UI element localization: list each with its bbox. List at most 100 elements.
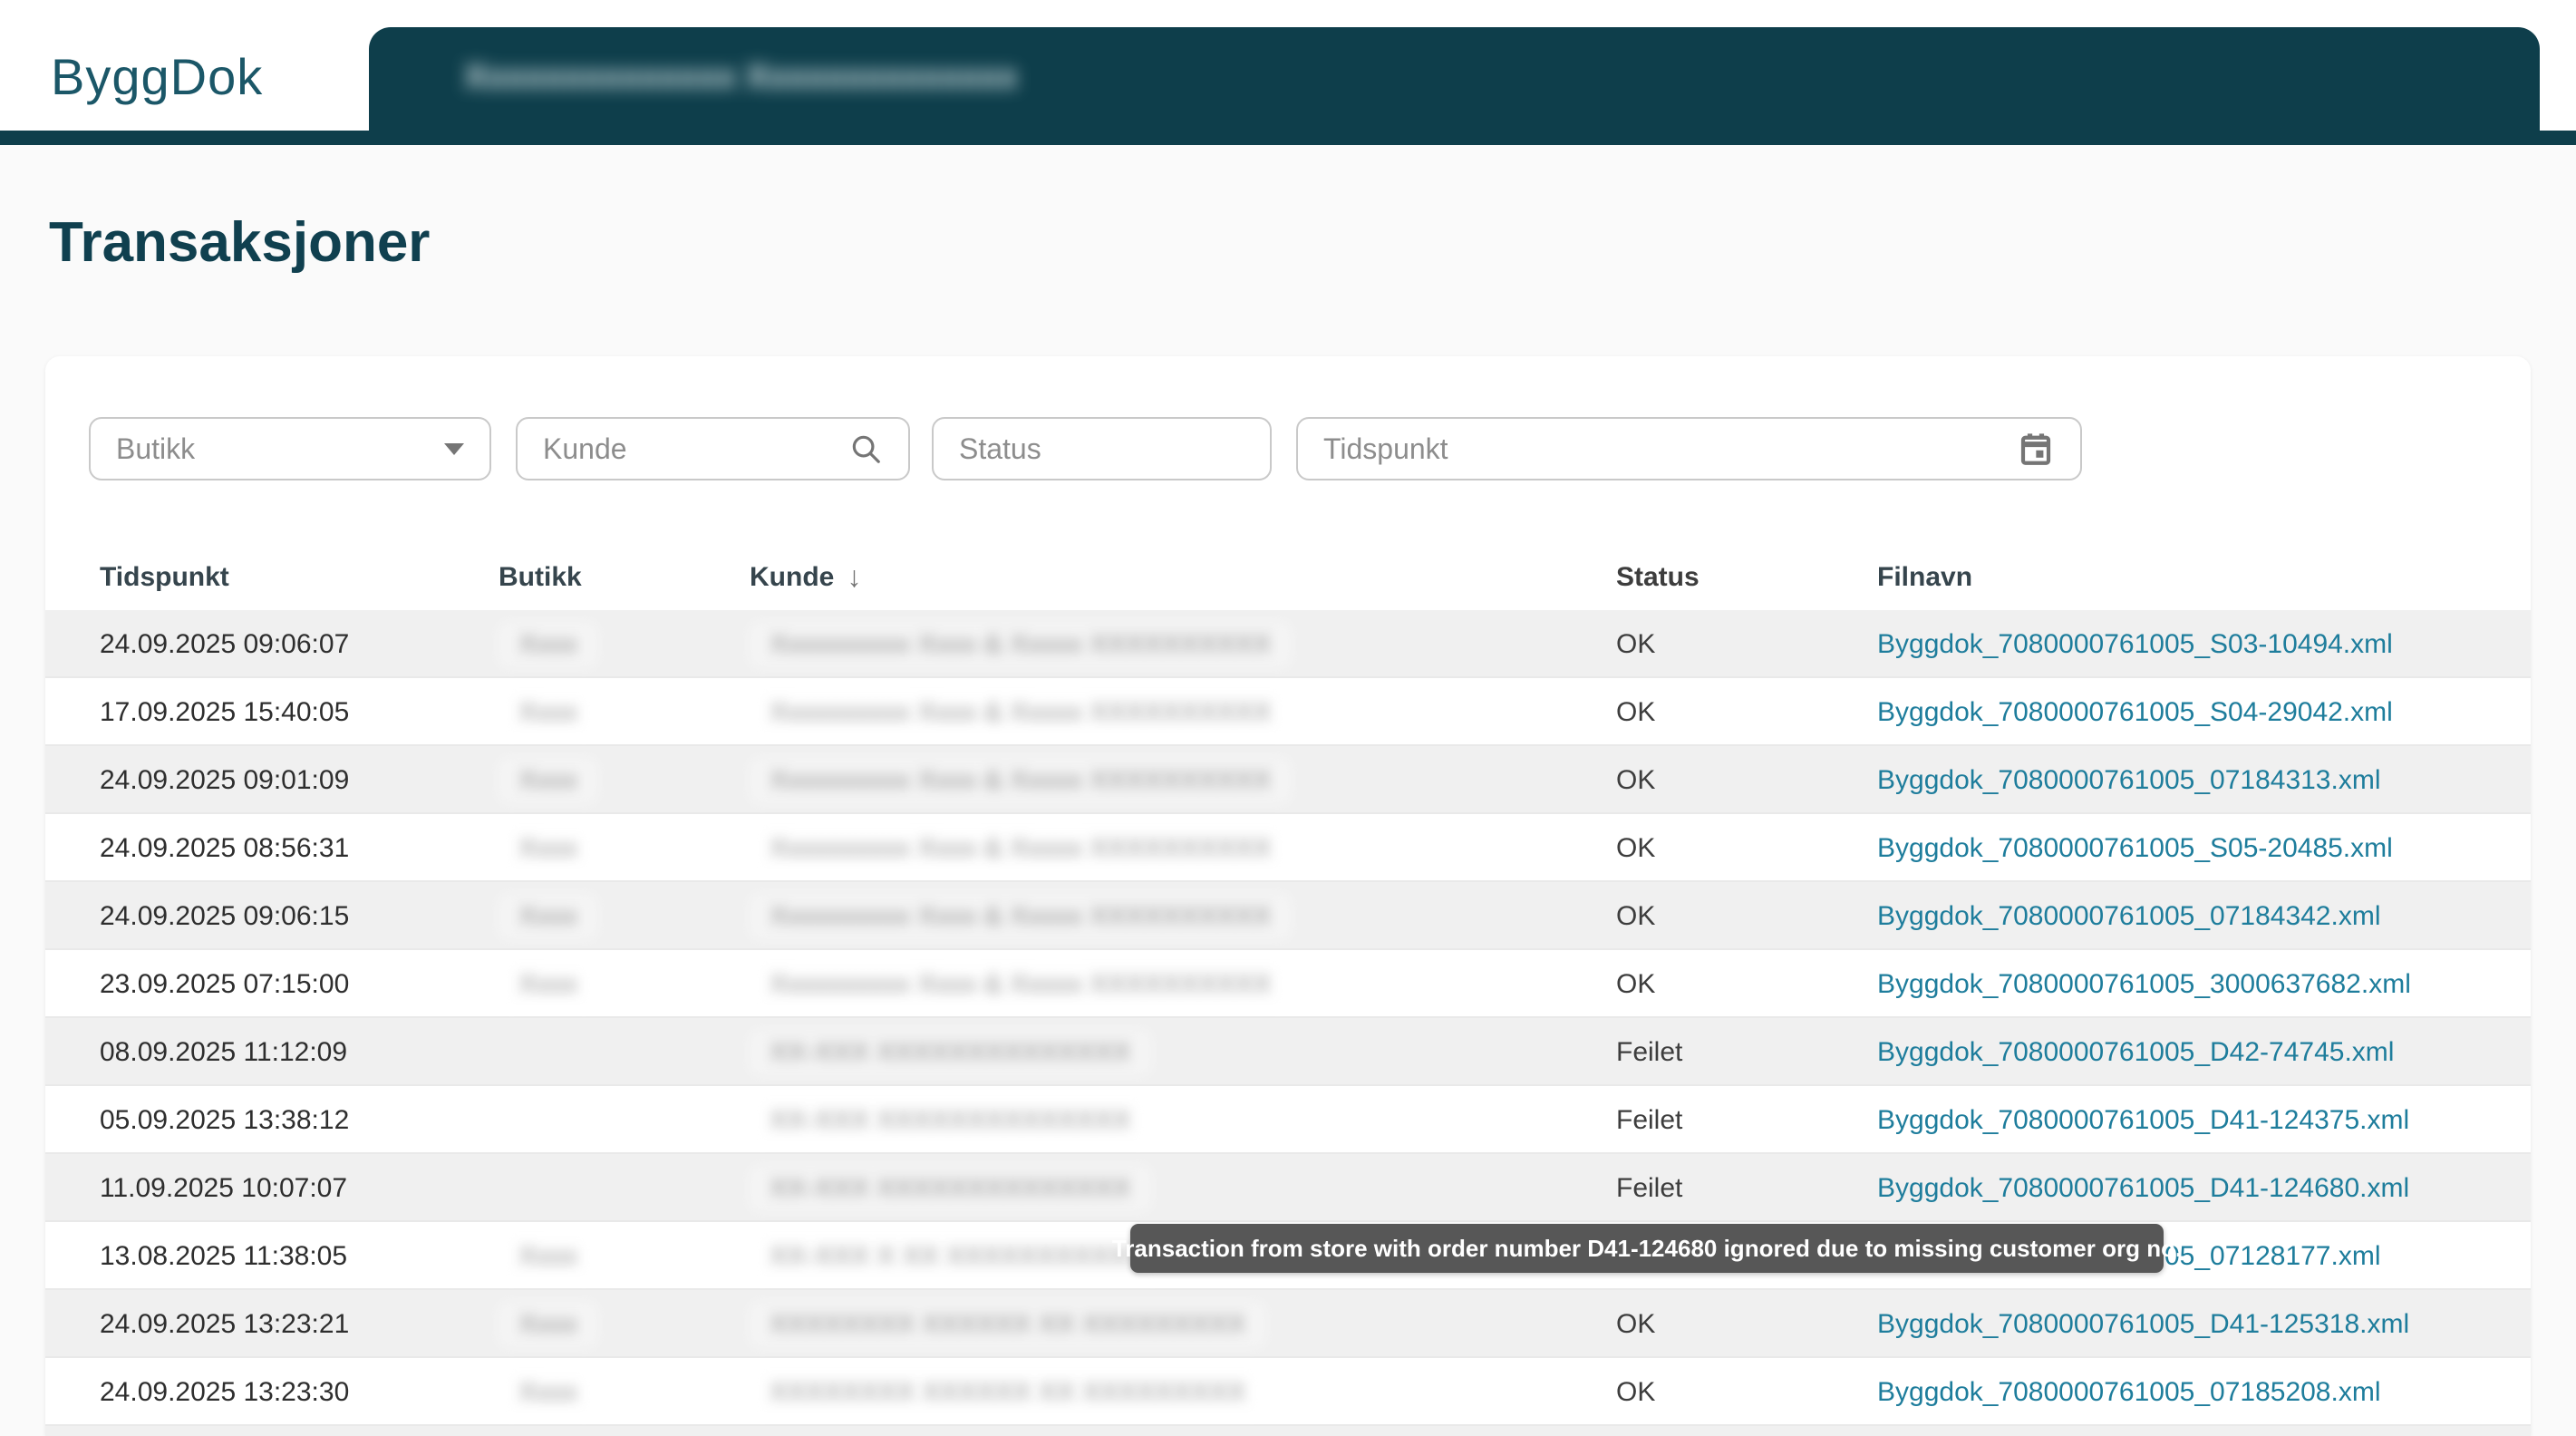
timestamp-filter-placeholder: Tidspunkt: [1323, 432, 1448, 466]
table-row: [45, 1426, 2531, 1436]
cell-store: Xxxx: [499, 1358, 597, 1426]
cell-store: Xxxx: [499, 1290, 597, 1358]
redacted-customer-name: Xxxxxxxxxx Xxxx & Xxxxx XXXXXXXXXX: [750, 962, 1291, 1007]
status-filter-placeholder: Status: [959, 432, 1041, 466]
cell-filename: Byggdok_7080000761005_D41-124680.xml: [1877, 1154, 2409, 1222]
table-body: 24.09.2025 09:06:07 Xxxx Xxxxxxxxxx Xxxx &…: [45, 610, 2531, 1436]
column-header-filnavn[interactable]: Filnavn: [1877, 544, 1972, 610]
search-icon: [848, 432, 883, 466]
file-link[interactable]: Byggdok_7080000761005_S05-20485.xml: [1877, 833, 2393, 864]
cell-filename: Byggdok_7080000761005_D41-125318.xml: [1877, 1290, 2409, 1358]
customer-filter-input[interactable]: Kunde: [516, 417, 910, 480]
cell-store: Xxxx: [499, 610, 597, 678]
file-link[interactable]: Byggdok_7080000761005_D41-125318.xml: [1877, 1309, 2409, 1340]
redacted-store-name: Xxxx: [499, 894, 597, 939]
cell-timestamp: 24.09.2025 08:56:31: [100, 814, 349, 882]
cell-timestamp: 11.09.2025 10:07:07: [100, 1154, 347, 1222]
cell-timestamp: 17.09.2025 15:40:05: [100, 678, 349, 746]
column-header-butikk[interactable]: Butikk: [499, 544, 582, 610]
file-link[interactable]: Byggdok_7080000761005_D41-124680.xml: [1877, 1173, 2409, 1204]
redacted-store-name: Xxxx: [499, 690, 597, 735]
cell-customer: XX-XXX XXXXXXXXXXXXXX: [750, 1018, 1151, 1086]
redacted-customer-name: Xxxxxxxxxx Xxxx & Xxxxx XXXXXXXXXX: [750, 894, 1291, 939]
file-link[interactable]: Byggdok_7080000761005_07184313.xml: [1877, 765, 2380, 796]
redacted-store-name: Xxxx: [499, 962, 597, 1007]
cell-filename: Byggdok_7080000761005_S05-20485.xml: [1877, 814, 2393, 882]
cell-filename: Byggdok_7080000761005_3000637682.xml: [1877, 950, 2411, 1018]
redacted-customer-name: XXXXXXXX XXXXXX XX XXXXXXXXX: [750, 1302, 1265, 1347]
cell-store: Xxxx: [499, 882, 597, 950]
cell-store: Xxxx: [499, 814, 597, 882]
calendar-icon: [2017, 430, 2055, 468]
column-header-kunde[interactable]: Kunde ↓: [750, 544, 861, 610]
redacted-customer-name: Xxxxxxxxxx Xxxx & Xxxxx XXXXXXXXXX: [750, 622, 1291, 667]
cell-customer: Xxxxxxxxxx Xxxx & Xxxxx XXXXXXXXXX: [750, 746, 1291, 814]
cell-filename: Byggdok_7080000761005_D41-124375.xml: [1877, 1086, 2409, 1154]
table-header: Tidspunkt Butikk Kunde ↓ Status Filnavn: [45, 544, 2531, 610]
cell-filename: Byggdok_7080000761005_D42-74745.xml: [1877, 1018, 2394, 1086]
topbar-title-bar: Xxxxxxxxxxxxxx Xxxxxxxxxxxxxx: [369, 27, 2540, 131]
redacted-customer-name: XX-XXX XXXXXXXXXXXXXX: [750, 1030, 1151, 1075]
redacted-customer-name: XX-XXX X XX XXXXXXXXXXX: [750, 1234, 1166, 1279]
table-row: 24.09.2025 09:06:07 Xxxx Xxxxxxxxxx Xxxx &…: [45, 610, 2531, 678]
cell-timestamp: 05.09.2025 13:38:12: [100, 1086, 349, 1154]
timestamp-filter-input[interactable]: Tidspunkt: [1296, 417, 2082, 480]
transactions-card: Butikk Kunde Status Tidspunkt Tidspunkt …: [45, 356, 2531, 1436]
cell-filename: Byggdok_7080000761005_S03-10494.xml: [1877, 610, 2393, 678]
file-link[interactable]: Byggdok_7080000761005_D42-74745.xml: [1877, 1037, 2394, 1068]
file-link[interactable]: Byggdok_7080000761005_3000637682.xml: [1877, 969, 2411, 1000]
app-logo: ByggDok: [51, 47, 263, 106]
cell-status: OK: [1616, 678, 1655, 746]
cell-customer: XXXXXXXX XXXXXX XX XXXXXXXXX: [750, 1290, 1265, 1358]
cell-customer: XX-XXX XXXXXXXXXXXXXX: [750, 1086, 1151, 1154]
column-header-tidspunkt[interactable]: Tidspunkt: [100, 544, 229, 610]
cell-status: OK: [1616, 882, 1655, 950]
table-row: 17.09.2025 15:40:05 Xxxx Xxxxxxxxxx Xxxx &…: [45, 678, 2531, 746]
cell-timestamp: 08.09.2025 11:12:09: [100, 1018, 347, 1086]
cell-status: Feilet: [1616, 1086, 1682, 1154]
table-row: 24.09.2025 13:23:21 Xxxx XXXXXXXX XXXXXX X…: [45, 1290, 2531, 1358]
redacted-store-name: Xxxx: [499, 826, 597, 871]
customer-filter-placeholder: Kunde: [543, 432, 627, 466]
cell-customer: Xxxxxxxxxx Xxxx & Xxxxx XXXXXXXXXX: [750, 882, 1291, 950]
file-link[interactable]: Byggdok_7080000761005_S03-10494.xml: [1877, 629, 2393, 660]
cell-store: Xxxx: [499, 950, 597, 1018]
redacted-store-name: Xxxx: [499, 1370, 597, 1415]
cell-customer: Xxxxxxxxxx Xxxx & Xxxxx XXXXXXXXXX: [750, 610, 1291, 678]
cell-filename: Byggdok_7080000761005_S04-29042.xml: [1877, 678, 2393, 746]
sort-descending-icon: ↓: [847, 560, 861, 594]
file-link[interactable]: Byggdok_7080000761005_S04-29042.xml: [1877, 697, 2393, 728]
cell-store: Xxxx: [499, 746, 597, 814]
cell-status: Feilet: [1616, 1154, 1682, 1222]
page-title: Transaksjoner: [49, 210, 430, 275]
cell-timestamp: 24.09.2025 13:23:30: [100, 1358, 349, 1426]
cell-status: OK: [1616, 746, 1655, 814]
file-link[interactable]: Byggdok_7080000761005_D41-124375.xml: [1877, 1105, 2409, 1136]
redacted-customer-name: Xxxxxxxxxx Xxxx & Xxxxx XXXXXXXXXX: [750, 826, 1291, 871]
chevron-down-icon: [444, 443, 464, 455]
table-row: 24.09.2025 09:01:09XxxxXxxxxxxxxx Xxxx &…: [45, 746, 2531, 814]
cell-store: Xxxx: [499, 678, 597, 746]
file-link[interactable]: Byggdok_7080000761005_07185208.xml: [1877, 1377, 2380, 1408]
column-header-status[interactable]: Status: [1616, 544, 1700, 610]
table-row: 08.09.2025 11:12:09 XX-XXX XXXXXXXXXXXXXX…: [45, 1018, 2531, 1086]
cell-customer: Xxxxxxxxxx Xxxx & Xxxxx XXXXXXXXXX: [750, 678, 1291, 746]
store-filter-dropdown[interactable]: Butikk: [89, 417, 491, 480]
table-row: 11.09.2025 10:07:07XX-XXX XXXXXXXXXXXXXX…: [45, 1154, 2531, 1222]
table-row: 23.09.2025 07:15:00XxxxXxxxxxxxxx Xxxx &…: [45, 950, 2531, 1018]
file-link[interactable]: Byggdok_7080000761005_07184342.xml: [1877, 901, 2380, 932]
table-row: 05.09.2025 13:38:12 XX-XXX XXXXXXXXXXXXXX…: [45, 1086, 2531, 1154]
redacted-store-name: Xxxx: [499, 1234, 597, 1279]
cell-status: OK: [1616, 1290, 1655, 1358]
store-filter-label: Butikk: [116, 432, 195, 466]
cell-timestamp: 24.09.2025 09:06:15: [100, 882, 349, 950]
redacted-store-name: Xxxx: [499, 622, 597, 667]
redacted-store-name: Xxxx: [499, 1302, 597, 1347]
cell-customer: Xxxxxxxxxx Xxxx & Xxxxx XXXXXXXXXX: [750, 950, 1291, 1018]
redacted-customer-name: XX-XXX XXXXXXXXXXXXXX: [750, 1098, 1151, 1143]
cell-timestamp: 24.09.2025 09:06:07: [100, 610, 349, 678]
status-filter-input[interactable]: Status: [932, 417, 1272, 480]
topbar-bottom-strip: [0, 131, 2576, 145]
cell-timestamp: 24.09.2025 13:23:21: [100, 1290, 349, 1358]
redacted-customer-name: Xxxxxxxxxx Xxxx & Xxxxx XXXXXXXXXX: [750, 690, 1291, 735]
